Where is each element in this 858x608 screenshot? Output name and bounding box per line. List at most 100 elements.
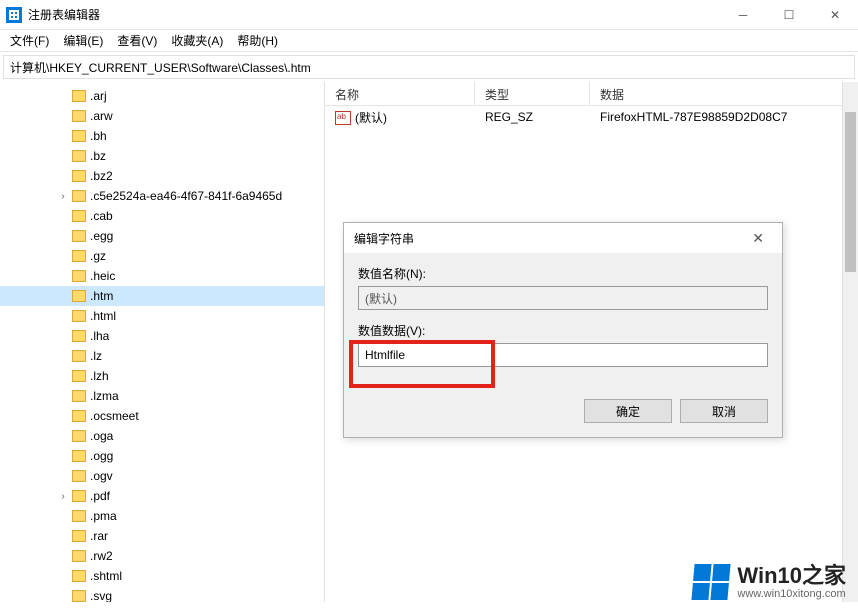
tree-item-rar[interactable]: .rar: [0, 526, 324, 546]
tree-item-ocsmeet[interactable]: .ocsmeet: [0, 406, 324, 426]
tree-item-lzma[interactable]: .lzma: [0, 386, 324, 406]
tree-item-label: .lz: [90, 349, 102, 363]
watermark: Win10之家 www.win10xitong.com: [693, 564, 846, 600]
tree-item-label: .gz: [90, 249, 106, 263]
scrollbar-thumb[interactable]: [845, 112, 856, 272]
address-bar[interactable]: 计算机\HKEY_CURRENT_USER\Software\Classes\.…: [3, 55, 855, 79]
tree-item-label: .arw: [90, 109, 113, 123]
value-name: (默认): [355, 111, 387, 125]
tree-item-egg[interactable]: .egg: [0, 226, 324, 246]
tree-item-label: .lzma: [90, 389, 119, 403]
value-name-cell: (默认): [325, 107, 475, 128]
tree-item-c5e2524aea464f67841f6a9465d[interactable]: ›.c5e2524a-ea46-4f67-841f-6a9465d: [0, 186, 324, 206]
tree-expander-icon[interactable]: ›: [58, 491, 68, 502]
folder-icon: [72, 290, 86, 302]
folder-icon: [72, 270, 86, 282]
folder-icon: [72, 590, 86, 602]
menu-favorites[interactable]: 收藏夹(A): [165, 30, 229, 51]
cancel-button[interactable]: 取消: [680, 399, 768, 423]
tree-item-label: .ogv: [90, 469, 113, 483]
tree-item-heic[interactable]: .heic: [0, 266, 324, 286]
tree-item-bz2[interactable]: .bz2: [0, 166, 324, 186]
tree-item-arj[interactable]: .arj: [0, 86, 324, 106]
folder-icon: [72, 490, 86, 502]
tree-item-gz[interactable]: .gz: [0, 246, 324, 266]
minimize-button[interactable]: ─: [720, 0, 766, 30]
watermark-title: Win10之家: [737, 564, 846, 588]
tree-item-label: .rw2: [90, 549, 113, 563]
folder-icon: [72, 110, 86, 122]
value-data: FirefoxHTML-787E98859D2D08C7: [590, 108, 858, 126]
tree-item-label: .lzh: [90, 369, 109, 383]
window-title: 注册表编辑器: [28, 6, 720, 23]
tree-item-html[interactable]: .html: [0, 306, 324, 326]
tree-item-bz[interactable]: .bz: [0, 146, 324, 166]
tree-item-label: .bz: [90, 149, 106, 163]
folder-icon: [72, 550, 86, 562]
tree-item-pma[interactable]: .pma: [0, 506, 324, 526]
value-data-label: 数值数据(V):: [358, 322, 768, 339]
tree-item-ogv[interactable]: .ogv: [0, 466, 324, 486]
folder-icon: [72, 410, 86, 422]
folder-icon: [72, 310, 86, 322]
tree-item-label: .lha: [90, 329, 109, 343]
header-data[interactable]: 数据: [590, 82, 858, 105]
vertical-scrollbar[interactable]: [842, 82, 858, 602]
list-header: 名称 类型 数据: [325, 82, 858, 106]
folder-icon: [72, 530, 86, 542]
tree-item-lzh[interactable]: .lzh: [0, 366, 324, 386]
tree-item-rw2[interactable]: .rw2: [0, 546, 324, 566]
tree-item-label: .rar: [90, 529, 108, 543]
folder-icon: [72, 130, 86, 142]
tree-item-arw[interactable]: .arw: [0, 106, 324, 126]
tree-item-label: .ocsmeet: [90, 409, 139, 423]
tree-item-svg[interactable]: .svg: [0, 586, 324, 602]
ok-button[interactable]: 确定: [584, 399, 672, 423]
header-type[interactable]: 类型: [475, 82, 590, 105]
value-data-input[interactable]: [358, 343, 768, 367]
tree-item-shtml[interactable]: .shtml: [0, 566, 324, 586]
tree-item-htm[interactable]: .htm: [0, 286, 324, 306]
close-button[interactable]: ✕: [812, 0, 858, 30]
value-row[interactable]: (默认) REG_SZ FirefoxHTML-787E98859D2D08C7: [325, 106, 858, 128]
tree-item-cab[interactable]: .cab: [0, 206, 324, 226]
edit-string-dialog: 编辑字符串 ✕ 数值名称(N): 数值数据(V): 确定 取消: [343, 222, 783, 438]
tree-item-label: .bz2: [90, 169, 113, 183]
dialog-close-button[interactable]: ✕: [744, 230, 772, 247]
folder-icon: [72, 570, 86, 582]
tree-item-bh[interactable]: .bh: [0, 126, 324, 146]
folder-icon: [72, 350, 86, 362]
tree-expander-icon[interactable]: ›: [58, 191, 68, 202]
tree-item-oga[interactable]: .oga: [0, 426, 324, 446]
value-type: REG_SZ: [475, 108, 590, 126]
folder-icon: [72, 330, 86, 342]
folder-icon: [72, 470, 86, 482]
registry-tree[interactable]: .arj .arw .bh .bz .bz2 ›.c5e2524a-ea46-4f67-8…: [0, 82, 325, 602]
menu-edit[interactable]: 编辑(E): [57, 30, 109, 51]
folder-icon: [72, 170, 86, 182]
value-name-input: [358, 286, 768, 310]
tree-item-label: .svg: [90, 589, 112, 602]
header-name[interactable]: 名称: [325, 82, 475, 105]
folder-icon: [72, 250, 86, 262]
folder-icon: [72, 150, 86, 162]
menu-view[interactable]: 查看(V): [111, 30, 163, 51]
app-icon: [6, 7, 22, 23]
string-value-icon: [335, 111, 351, 125]
folder-icon: [72, 90, 86, 102]
tree-item-lz[interactable]: .lz: [0, 346, 324, 366]
dialog-title-bar: 编辑字符串 ✕: [344, 223, 782, 253]
value-name-label: 数值名称(N):: [358, 265, 768, 282]
tree-item-label: .html: [90, 309, 116, 323]
maximize-button[interactable]: ☐: [766, 0, 812, 30]
tree-item-ogg[interactable]: .ogg: [0, 446, 324, 466]
tree-item-pdf[interactable]: › .pdf: [0, 486, 324, 506]
tree-item-label: .egg: [90, 229, 113, 243]
windows-logo-icon: [692, 564, 731, 600]
menu-file[interactable]: 文件(F): [4, 30, 55, 51]
menu-help[interactable]: 帮助(H): [231, 30, 284, 51]
tree-item-lha[interactable]: .lha: [0, 326, 324, 346]
folder-icon: [72, 230, 86, 242]
tree-item-label: .pdf: [90, 489, 110, 503]
folder-icon: [72, 370, 86, 382]
